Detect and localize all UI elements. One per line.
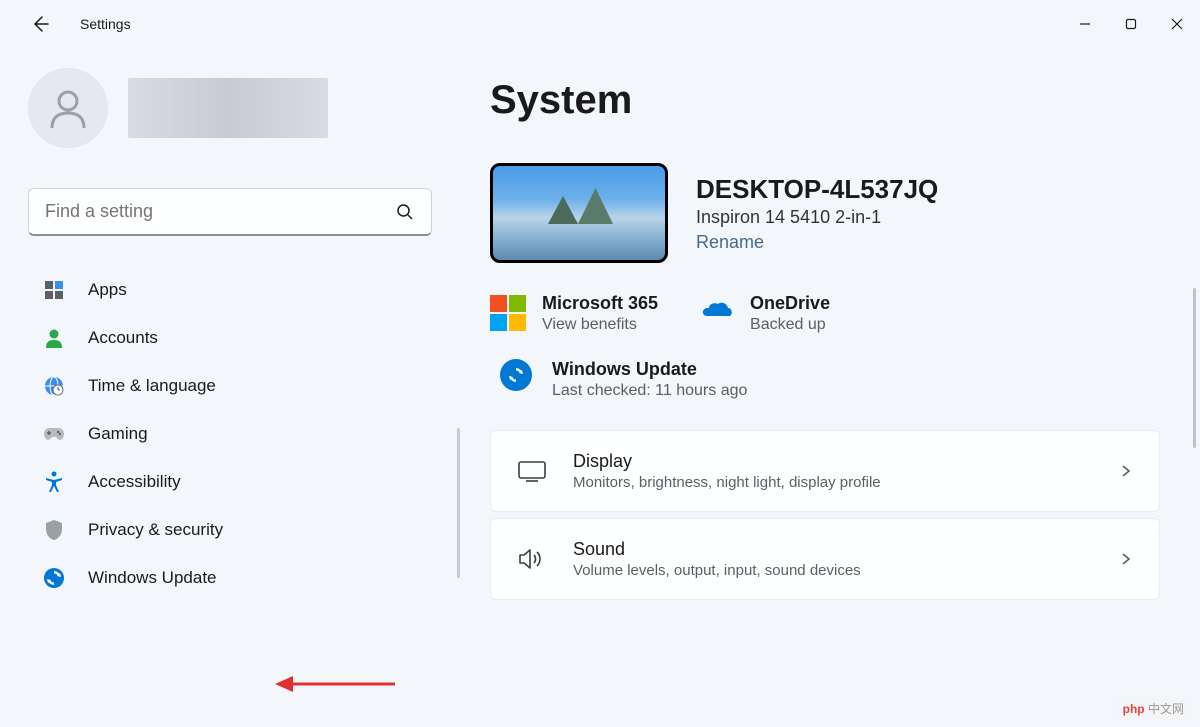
- close-icon: [1171, 18, 1183, 30]
- nav-item-privacy-security[interactable]: Privacy & security: [28, 506, 432, 554]
- minimize-icon: [1079, 18, 1091, 30]
- close-button[interactable]: [1154, 8, 1200, 40]
- main-content: System DESKTOP-4L537JQ Inspiron 14 5410 …: [460, 48, 1200, 727]
- accessibility-icon: [42, 470, 66, 494]
- nav-item-apps[interactable]: Apps: [28, 266, 432, 314]
- user-name-redacted: [128, 78, 328, 138]
- device-name: DESKTOP-4L537JQ: [696, 174, 938, 205]
- microsoft-365-card[interactable]: Microsoft 365 View benefits: [490, 293, 658, 334]
- device-info: DESKTOP-4L537JQ Inspiron 14 5410 2-in-1 …: [696, 174, 938, 253]
- search-icon: [396, 203, 414, 221]
- back-arrow-icon: [30, 14, 50, 34]
- person-icon: [46, 86, 90, 130]
- page-title: System: [490, 78, 1160, 123]
- nav-item-time-language[interactable]: Time & language: [28, 362, 432, 410]
- chevron-right-icon: [1119, 464, 1133, 478]
- nav-label: Accessibility: [88, 472, 181, 492]
- setting-title: Display: [573, 451, 1093, 472]
- status-cards: Microsoft 365 View benefits OneDrive Bac…: [490, 293, 1160, 334]
- nav-item-accessibility[interactable]: Accessibility: [28, 458, 432, 506]
- device-model: Inspiron 14 5410 2-in-1: [696, 207, 938, 228]
- setting-sub: Volume levels, output, input, sound devi…: [573, 562, 1093, 579]
- window-controls: [1062, 8, 1200, 40]
- setting-sub: Monitors, brightness, night light, displ…: [573, 474, 1093, 491]
- device-info-row: DESKTOP-4L537JQ Inspiron 14 5410 2-in-1 …: [490, 163, 1160, 263]
- chevron-right-icon: [1119, 552, 1133, 566]
- setting-title: Sound: [573, 539, 1093, 560]
- watermark: php 中文网: [1117, 698, 1190, 719]
- nav-label: Accounts: [88, 328, 158, 348]
- privacy-security-icon: [42, 518, 66, 542]
- title-bar: Settings: [0, 0, 1200, 48]
- card-title: Windows Update: [552, 359, 747, 380]
- onedrive-card[interactable]: OneDrive Backed up: [698, 293, 830, 334]
- accounts-icon: [42, 326, 66, 350]
- nav-item-gaming[interactable]: Gaming: [28, 410, 432, 458]
- search-container: [28, 188, 432, 236]
- maximize-button[interactable]: [1108, 8, 1154, 40]
- nav-item-accounts[interactable]: Accounts: [28, 314, 432, 362]
- device-wallpaper-thumb[interactable]: [490, 163, 668, 263]
- apps-icon: [42, 278, 66, 302]
- user-profile[interactable]: [28, 68, 432, 148]
- avatar: [28, 68, 108, 148]
- update-sync-icon: [500, 359, 532, 391]
- nav-label: Gaming: [88, 424, 148, 444]
- windows-update-icon: [42, 566, 66, 590]
- back-button[interactable]: [20, 4, 60, 44]
- display-icon: [517, 456, 547, 486]
- card-title: OneDrive: [750, 293, 830, 314]
- nav-list: Apps Accounts Time & language Gaming Acc…: [28, 266, 432, 602]
- card-sub: Last checked: 11 hours ago: [552, 382, 747, 400]
- setting-item-sound[interactable]: Sound Volume levels, output, input, soun…: [490, 518, 1160, 600]
- sidebar: Apps Accounts Time & language Gaming Acc…: [0, 48, 460, 727]
- minimize-button[interactable]: [1062, 8, 1108, 40]
- nav-label: Windows Update: [88, 568, 217, 588]
- card-sub: View benefits: [542, 316, 658, 334]
- main-scroll-indicator[interactable]: [1193, 288, 1196, 448]
- nav-label: Privacy & security: [88, 520, 223, 540]
- gaming-icon: [42, 422, 66, 446]
- nav-item-windows-update[interactable]: Windows Update: [28, 554, 432, 602]
- onedrive-icon: [698, 295, 734, 331]
- nav-label: Apps: [88, 280, 127, 300]
- windows-update-card[interactable]: Windows Update Last checked: 11 hours ag…: [490, 359, 1160, 400]
- card-title: Microsoft 365: [542, 293, 658, 314]
- rename-link[interactable]: Rename: [696, 232, 938, 253]
- settings-list: Display Monitors, brightness, night ligh…: [490, 430, 1160, 600]
- app-title: Settings: [80, 16, 131, 32]
- microsoft-logo-icon: [490, 295, 526, 331]
- sound-icon: [517, 544, 547, 574]
- card-sub: Backed up: [750, 316, 830, 334]
- search-input[interactable]: [28, 188, 432, 236]
- nav-label: Time & language: [88, 376, 216, 396]
- maximize-icon: [1125, 18, 1137, 30]
- setting-item-display[interactable]: Display Monitors, brightness, night ligh…: [490, 430, 1160, 512]
- time-language-icon: [42, 374, 66, 398]
